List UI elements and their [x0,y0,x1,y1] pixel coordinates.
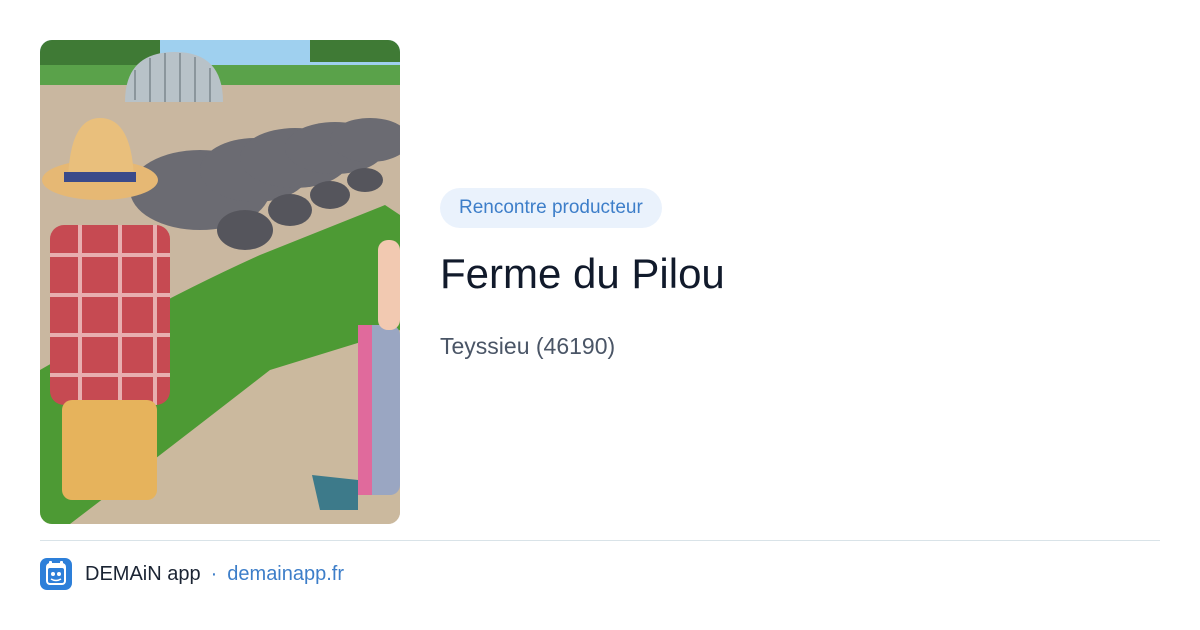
site-link[interactable]: demainapp.fr [227,563,344,586]
producer-photo [40,40,400,524]
footer-divider [40,540,1160,541]
producer-title: Ferme du Pilou [440,250,725,297]
producer-location: Teyssieu (46190) [440,333,616,359]
app-name: DEMAiN app [85,562,201,585]
category-tag: Rencontre producteur [440,188,662,228]
footer: DEMAiN app · demainapp.fr [40,556,344,592]
footer-separator: · [210,562,218,585]
demain-app-icon [40,558,72,590]
